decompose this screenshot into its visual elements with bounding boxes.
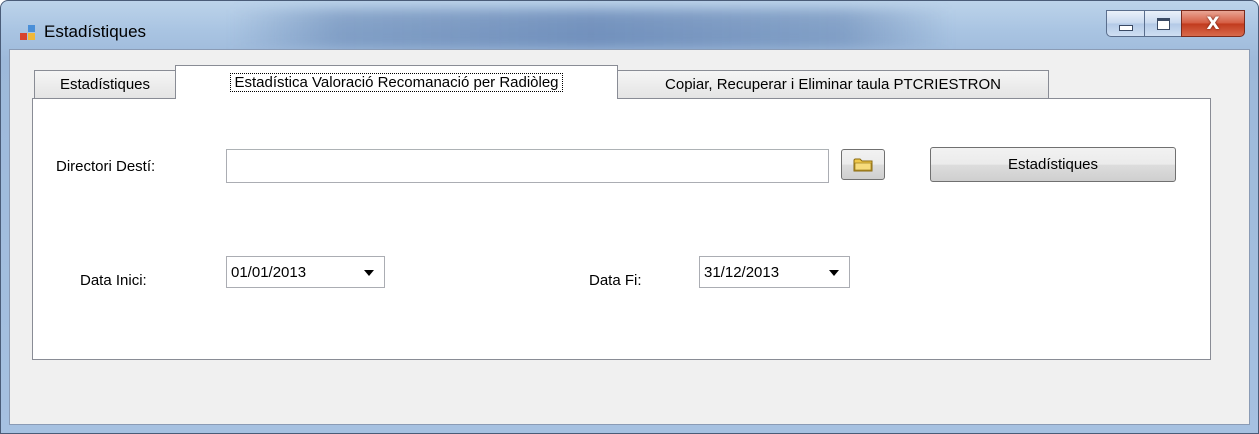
data-fi-datepicker[interactable]: 31/12/2013 xyxy=(699,256,850,288)
data-inici-value: 01/01/2013 xyxy=(231,263,307,281)
tab-panel: Directori Destí: Estadístiques Data Inic… xyxy=(32,98,1211,360)
maximize-icon xyxy=(1156,17,1170,30)
minimize-icon xyxy=(1118,24,1133,31)
estadistiques-button-label: Estadístiques xyxy=(1007,156,1099,173)
browse-folder-button[interactable] xyxy=(841,149,885,180)
titlebar-glass-blur xyxy=(231,9,951,49)
maximize-button[interactable] xyxy=(1144,10,1181,37)
tab-label: Copiar, Recuperar i Eliminar taula PTCRI… xyxy=(665,76,1001,93)
data-inici-datepicker[interactable]: 01/01/2013 xyxy=(226,256,385,288)
tab-label: Estadística Valoració Recomanació per Ra… xyxy=(230,73,563,92)
data-fi-value: 31/12/2013 xyxy=(704,263,780,281)
tab-label: Estadístiques xyxy=(59,76,151,93)
directori-desti-label: Directori Destí: xyxy=(56,158,156,175)
close-icon: X xyxy=(1206,13,1220,34)
application-window: Estadístiques X Estadístiques Estadístic… xyxy=(0,0,1259,434)
minimize-button[interactable] xyxy=(1106,10,1144,37)
chevron-down-icon[interactable] xyxy=(829,270,839,276)
data-fi-label: Data Fi: xyxy=(589,272,642,289)
tab-estadistiques[interactable]: Estadístiques xyxy=(34,70,176,98)
app-icon xyxy=(20,25,36,41)
caption-buttons: X xyxy=(1106,10,1245,38)
close-button[interactable]: X xyxy=(1181,10,1245,37)
tab-copiar-recuperar-eliminar[interactable]: Copiar, Recuperar i Eliminar taula PTCRI… xyxy=(617,70,1049,98)
chevron-down-icon[interactable] xyxy=(364,270,374,276)
tab-estadistica-valoracio[interactable]: Estadística Valoració Recomanació per Ra… xyxy=(175,65,618,99)
window-title: Estadístiques xyxy=(44,22,147,41)
folder-icon xyxy=(853,158,873,171)
data-inici-label: Data Inici: xyxy=(80,272,147,289)
directori-desti-input[interactable] xyxy=(226,149,829,183)
estadistiques-button[interactable]: Estadístiques xyxy=(930,147,1176,182)
